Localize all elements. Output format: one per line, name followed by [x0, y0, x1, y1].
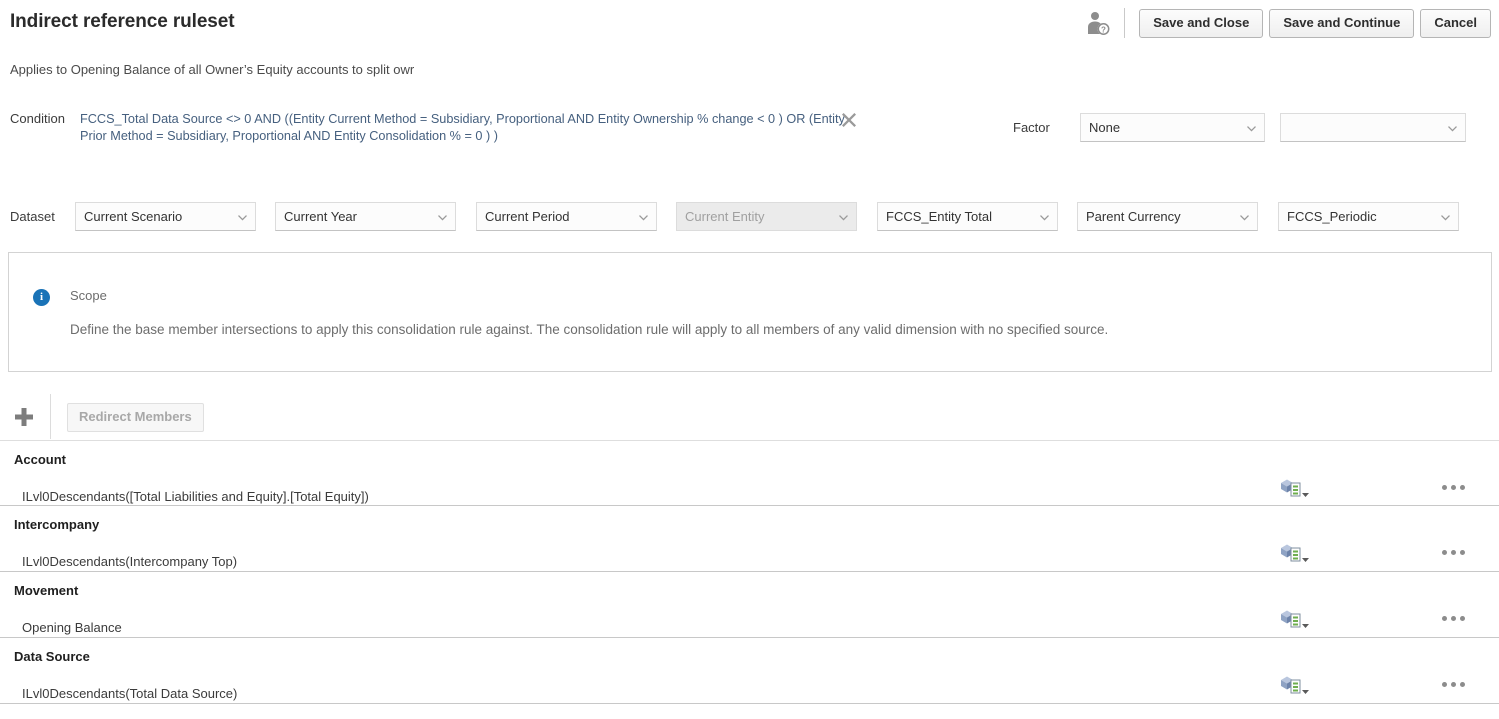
condition-label: Condition: [10, 111, 65, 126]
dataset-currency-select[interactable]: Parent Currency: [1077, 202, 1258, 231]
dimension-name: Account: [14, 452, 66, 467]
more-actions-icon[interactable]: [1442, 675, 1472, 693]
member-selector-icon[interactable]: [1279, 608, 1313, 630]
table-row: Data Source ILvl0Descendants(Total Data S…: [0, 638, 1499, 704]
ruleset-description: Applies to Opening Balance of all Owner’…: [10, 62, 414, 77]
dataset-view-select-value: FCCS_Periodic: [1287, 209, 1377, 224]
factor-primary-value: None: [1089, 120, 1120, 135]
dimension-name: Movement: [14, 583, 78, 598]
dataset-currency-select-value: Parent Currency: [1086, 209, 1181, 224]
page-header: Indirect reference ruleset ? Save and Cl…: [0, 0, 1499, 48]
chevron-down-icon: [1039, 211, 1050, 222]
factor-primary-select[interactable]: None: [1080, 113, 1265, 142]
condition-expression[interactable]: FCCS_Total Data Source <> 0 AND ((Entity…: [80, 111, 855, 145]
dataset-period-select-value: Current Period: [485, 209, 570, 224]
scope-description: Define the base member intersections to …: [70, 322, 1471, 337]
chevron-down-icon: [1440, 211, 1451, 222]
more-actions-icon[interactable]: [1442, 478, 1472, 496]
dimension-name: Intercompany: [14, 517, 99, 532]
save-and-continue-button[interactable]: Save and Continue: [1269, 9, 1414, 38]
dataset-scenario-select-value: Current Scenario: [84, 209, 182, 224]
user-help-icon[interactable]: ?: [1086, 9, 1112, 37]
member-selector-icon[interactable]: [1279, 542, 1313, 564]
dataset-entity-select-value: Current Entity: [685, 209, 764, 224]
dataset-scenario-select[interactable]: Current Scenario: [75, 202, 256, 231]
dimension-value[interactable]: Opening Balance: [22, 620, 122, 635]
factor-label: Factor: [1013, 120, 1050, 135]
factor-secondary-select[interactable]: [1280, 113, 1466, 142]
dataset-period-select[interactable]: Current Period: [476, 202, 657, 231]
dimension-value[interactable]: ILvl0Descendants(Intercompany Top): [22, 554, 237, 569]
svg-text:?: ?: [1101, 25, 1106, 34]
cancel-button[interactable]: Cancel: [1420, 9, 1491, 38]
member-table: Account ILvl0Descendants([Total Liabiliti…: [0, 440, 1499, 704]
chevron-down-icon: [1239, 211, 1250, 222]
chevron-down-icon: [437, 211, 448, 222]
toolbar-divider: [50, 394, 51, 439]
scope-title: Scope: [70, 288, 107, 303]
dataset-entity-select: Current Entity: [676, 202, 857, 231]
table-row: Intercompany ILvl0Descendants(Intercompan…: [0, 506, 1499, 572]
plus-icon[interactable]: [12, 405, 36, 429]
info-icon: i: [33, 289, 50, 306]
page-title: Indirect reference ruleset: [10, 11, 234, 33]
chevron-down-icon: [1447, 122, 1458, 133]
dataset-entity-total-select[interactable]: FCCS_Entity Total: [877, 202, 1058, 231]
chevron-down-icon: [1246, 122, 1257, 133]
table-row: Account ILvl0Descendants([Total Liabiliti…: [0, 440, 1499, 506]
chevron-down-icon: [838, 211, 849, 222]
members-toolbar: Redirect Members: [0, 393, 316, 441]
save-and-close-button[interactable]: Save and Close: [1139, 9, 1263, 38]
dataset-label: Dataset: [10, 209, 55, 224]
dataset-view-select[interactable]: FCCS_Periodic: [1278, 202, 1459, 231]
header-divider: [1124, 8, 1125, 38]
dimension-name: Data Source: [14, 649, 90, 664]
dataset-year-select-value: Current Year: [284, 209, 357, 224]
more-actions-icon[interactable]: [1442, 609, 1472, 627]
more-actions-icon[interactable]: [1442, 543, 1472, 561]
table-row: Movement Opening Balance: [0, 572, 1499, 638]
dataset-year-select[interactable]: Current Year: [275, 202, 456, 231]
chevron-down-icon: [638, 211, 649, 222]
dataset-entity-total-select-value: FCCS_Entity Total: [886, 209, 992, 224]
dimension-value[interactable]: ILvl0Descendants([Total Liabilities and …: [22, 489, 369, 504]
member-selector-icon[interactable]: [1279, 477, 1313, 499]
member-selector-icon[interactable]: [1279, 674, 1313, 696]
close-x-icon[interactable]: [838, 109, 860, 131]
dimension-value[interactable]: ILvl0Descendants(Total Data Source): [22, 686, 237, 701]
redirect-members-button[interactable]: Redirect Members: [67, 403, 204, 432]
scope-info-box: i Scope Define the base member intersect…: [8, 252, 1492, 372]
chevron-down-icon: [237, 211, 248, 222]
header-actions: ? Save and Close Save and Continue Cance…: [1086, 8, 1491, 38]
condition-row: Condition FCCS_Total Data Source <> 0 AN…: [0, 108, 1499, 164]
